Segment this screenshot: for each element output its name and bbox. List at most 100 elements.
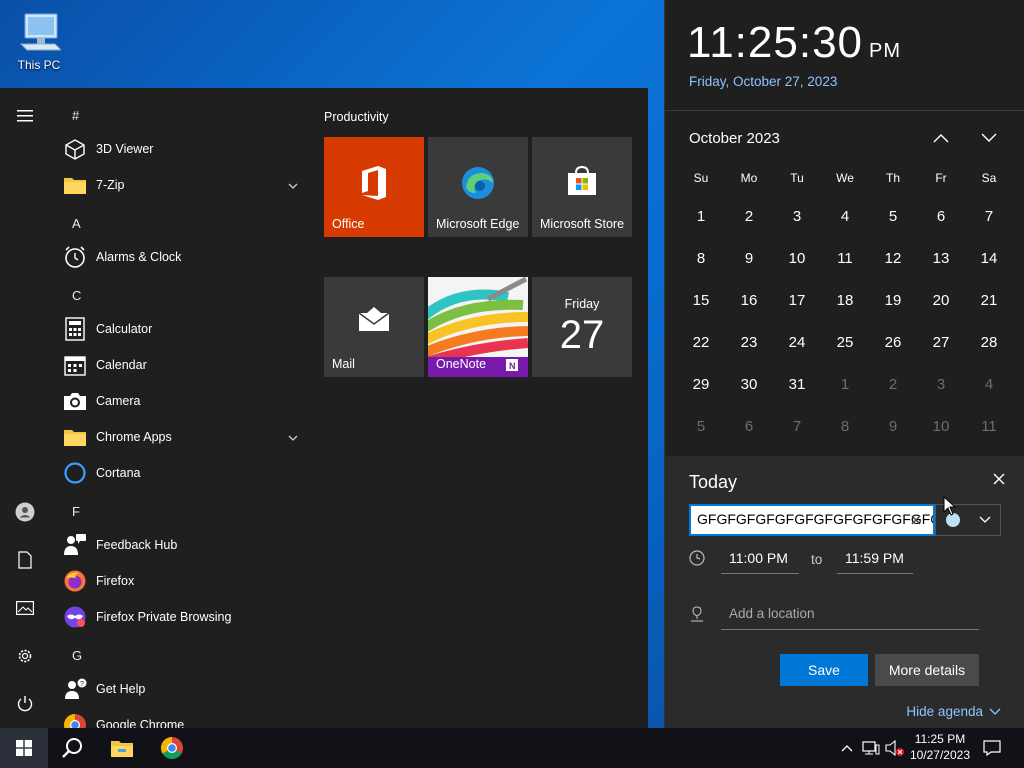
settings-gear-icon[interactable] bbox=[13, 644, 37, 668]
calendar-day[interactable]: 3 bbox=[773, 195, 821, 237]
calendar-day[interactable]: 28 bbox=[965, 321, 1013, 363]
next-month-button[interactable] bbox=[979, 128, 999, 148]
calendar-day[interactable]: 8 bbox=[821, 405, 869, 447]
tile-group-title[interactable]: Productivity bbox=[324, 110, 389, 124]
tile-mail[interactable]: Mail bbox=[324, 277, 424, 377]
month-title[interactable]: October 2023 bbox=[689, 130, 780, 147]
calendar-day[interactable]: 23 bbox=[725, 321, 773, 363]
calendar-day-today[interactable]: 27 bbox=[917, 321, 965, 363]
calendar-day[interactable]: 22 bbox=[677, 321, 725, 363]
this-pc-desktop-icon[interactable]: This PC bbox=[10, 8, 68, 72]
calendar-day[interactable]: 9 bbox=[869, 405, 917, 447]
section-letter-hash[interactable]: # bbox=[72, 108, 79, 123]
calendar-day[interactable]: 4 bbox=[821, 195, 869, 237]
taskbar-clock[interactable]: 11:25 PM 10/27/2023 bbox=[910, 731, 970, 763]
volume-button[interactable] bbox=[884, 728, 906, 768]
documents-icon[interactable] bbox=[13, 548, 37, 572]
app-item-7-zip[interactable]: 7-Zip bbox=[62, 167, 302, 203]
calendar-day[interactable]: 6 bbox=[917, 195, 965, 237]
calendar-day[interactable]: 4 bbox=[965, 363, 1013, 405]
calendar-day[interactable]: 7 bbox=[773, 405, 821, 447]
section-letter-g[interactable]: G bbox=[72, 648, 82, 663]
more-details-button[interactable]: More details bbox=[875, 654, 979, 686]
app-item-feedback-hub[interactable]: Feedback Hub bbox=[62, 527, 302, 563]
calendar-day[interactable]: 21 bbox=[965, 279, 1013, 321]
calendar-day[interactable]: 20 bbox=[917, 279, 965, 321]
calendar-day[interactable]: 18 bbox=[821, 279, 869, 321]
calendar-day[interactable]: 6 bbox=[725, 405, 773, 447]
tile-onenote[interactable]: N OneNote bbox=[428, 277, 528, 377]
app-item-calendar[interactable]: Calendar bbox=[62, 347, 302, 383]
app-item-calculator[interactable]: Calculator bbox=[62, 311, 302, 347]
tile-microsoft-store[interactable]: Microsoft Store bbox=[532, 137, 632, 237]
hamburger-menu-icon[interactable] bbox=[13, 104, 37, 128]
app-item-cortana[interactable]: Cortana bbox=[62, 455, 302, 491]
calendar-day[interactable]: 2 bbox=[869, 363, 917, 405]
location-input[interactable]: Add a location bbox=[721, 602, 979, 630]
calendar-day[interactable]: 13 bbox=[917, 237, 965, 279]
app-item-firefox[interactable]: Firefox bbox=[62, 563, 302, 599]
calendar-day[interactable]: 9 bbox=[725, 237, 773, 279]
tile-calendar[interactable]: Friday 27 bbox=[532, 277, 632, 377]
app-item-camera[interactable]: Camera bbox=[62, 383, 302, 419]
long-date-link[interactable]: Friday, October 27, 2023 bbox=[689, 74, 837, 89]
hide-agenda-link[interactable]: Hide agenda bbox=[906, 704, 1001, 719]
clear-text-button[interactable] bbox=[911, 512, 921, 530]
chrome-taskbar-button[interactable] bbox=[148, 728, 196, 768]
calendar-day[interactable]: 10 bbox=[917, 405, 965, 447]
calendar-day[interactable]: 3 bbox=[917, 363, 965, 405]
power-icon[interactable] bbox=[13, 692, 37, 716]
calendar-day[interactable]: 25 bbox=[821, 321, 869, 363]
app-item-3d-viewer[interactable]: 3D Viewer bbox=[62, 131, 302, 167]
calendar-day[interactable]: 1 bbox=[821, 363, 869, 405]
app-list[interactable]: # 3D Viewer 7-Zip A Alarms & Clock C Cal… bbox=[50, 88, 312, 728]
event-title-input[interactable]: GFGFGFGFGFGFGFGFGFGFGFGFGFG bbox=[689, 504, 935, 536]
previous-month-button[interactable] bbox=[931, 128, 951, 148]
clock-icon bbox=[689, 550, 705, 566]
app-item-google-chrome[interactable]: Google Chrome bbox=[62, 707, 302, 728]
calendar-day[interactable]: 24 bbox=[773, 321, 821, 363]
network-status-button[interactable] bbox=[860, 728, 882, 768]
tile-office[interactable]: Office bbox=[324, 137, 424, 237]
calendar-day[interactable]: 11 bbox=[965, 405, 1013, 447]
calendar-day[interactable]: 11 bbox=[821, 237, 869, 279]
tile-microsoft-edge[interactable]: Microsoft Edge bbox=[428, 137, 528, 237]
app-item-get-help[interactable]: ? Get Help bbox=[62, 671, 302, 707]
pictures-icon[interactable] bbox=[13, 596, 37, 620]
firefox-icon bbox=[62, 568, 88, 594]
file-explorer-taskbar-button[interactable] bbox=[98, 728, 146, 768]
calendar-day[interactable]: 17 bbox=[773, 279, 821, 321]
calendar-day[interactable]: 31 bbox=[773, 363, 821, 405]
end-time-field[interactable]: 11:59 PM bbox=[837, 548, 913, 574]
store-bag-icon bbox=[532, 165, 632, 197]
calendar-day[interactable]: 26 bbox=[869, 321, 917, 363]
calendar-day[interactable]: 16 bbox=[725, 279, 773, 321]
calendar-day[interactable]: 1 bbox=[677, 195, 725, 237]
calendar-day[interactable]: 19 bbox=[869, 279, 917, 321]
user-account-icon[interactable] bbox=[13, 500, 37, 524]
app-item-firefox-private[interactable]: Firefox Private Browsing bbox=[62, 599, 302, 635]
calendar-day[interactable]: 5 bbox=[677, 405, 725, 447]
app-item-alarms-clock[interactable]: Alarms & Clock bbox=[62, 239, 302, 275]
section-letter-a[interactable]: A bbox=[72, 216, 81, 231]
calendar-day[interactable]: 15 bbox=[677, 279, 725, 321]
show-hidden-icons-button[interactable] bbox=[838, 728, 856, 768]
calendar-day[interactable]: 29 bbox=[677, 363, 725, 405]
action-center-button[interactable] bbox=[980, 728, 1004, 768]
close-agenda-button[interactable] bbox=[993, 472, 1005, 490]
start-time-field[interactable]: 11:00 PM bbox=[721, 548, 799, 574]
save-button[interactable]: Save bbox=[780, 654, 868, 686]
app-item-chrome-apps[interactable]: Chrome Apps bbox=[62, 419, 302, 455]
calendar-day[interactable]: 5 bbox=[869, 195, 917, 237]
calendar-day[interactable]: 14 bbox=[965, 237, 1013, 279]
calendar-day[interactable]: 30 bbox=[725, 363, 773, 405]
calendar-day[interactable]: 10 bbox=[773, 237, 821, 279]
calendar-day[interactable]: 12 bbox=[869, 237, 917, 279]
calendar-day[interactable]: 8 bbox=[677, 237, 725, 279]
section-letter-c[interactable]: C bbox=[72, 288, 81, 303]
search-button[interactable] bbox=[48, 728, 96, 768]
calendar-day[interactable]: 2 bbox=[725, 195, 773, 237]
start-button[interactable] bbox=[0, 728, 48, 768]
section-letter-f[interactable]: F bbox=[72, 504, 80, 519]
calendar-day[interactable]: 7 bbox=[965, 195, 1013, 237]
